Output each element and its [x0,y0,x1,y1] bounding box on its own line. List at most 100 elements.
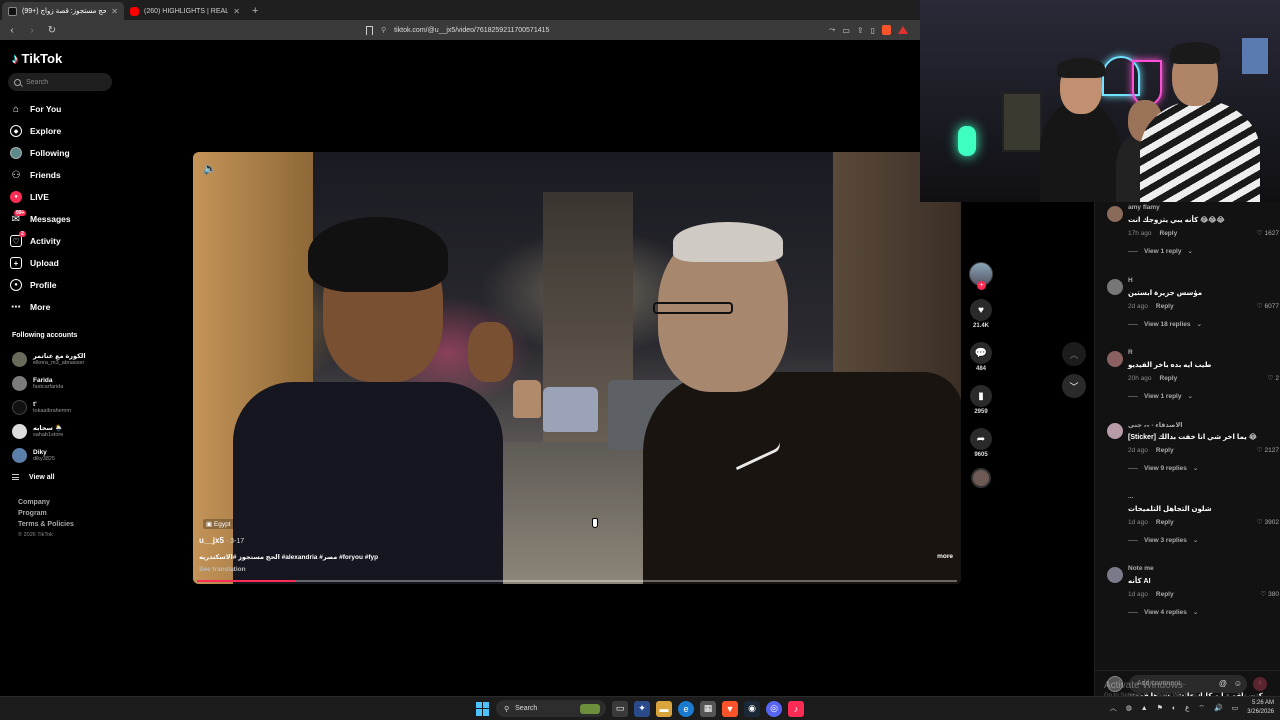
brave-shields-icon[interactable] [882,25,891,35]
tray-app-icon[interactable]: ▲ [1141,705,1148,712]
following-account[interactable]: الكورة مع عناتمر elkora_m3_abnasser [12,347,182,371]
comment-like-button[interactable]: ♡ 3902 [1257,518,1279,527]
battery-icon[interactable]: ▭ [1232,704,1239,712]
wifi-icon[interactable]: ⌔ [1198,704,1205,713]
footer-program[interactable]: Program [18,510,74,517]
copilot-icon[interactable]: ✦ [634,700,650,717]
avatar[interactable] [1107,567,1123,583]
nav-more[interactable]: ⋯ More [10,296,180,318]
obs-icon[interactable]: ◎ [766,700,782,717]
tray-app-icon[interactable]: ◍ [1126,704,1132,712]
reply-button[interactable]: Reply [1156,447,1174,454]
footer-terms[interactable]: Terms & Policies [18,521,74,528]
bookmark-icon[interactable] [366,25,373,35]
file-explorer-icon[interactable]: ▬ [656,700,672,717]
tiktok-app-icon[interactable]: ♪ [788,700,804,717]
rewards-icon[interactable] [898,26,908,34]
previous-video-button[interactable]: ︿ [1062,342,1086,366]
next-video-button[interactable]: ﹀ [1062,374,1086,398]
comment-username[interactable]: H [1128,277,1279,287]
store-icon[interactable]: ▦ [700,700,716,717]
nav-for-you[interactable]: ⌂ For You [10,98,180,120]
nav-profile[interactable]: ● Profile [10,274,180,296]
nav-following[interactable]: Following [10,142,180,164]
tray-overflow-icon[interactable]: ︿ [1110,703,1117,713]
comment-like-button[interactable]: ♡ 2127 [1257,446,1279,455]
following-account[interactable]: سحابه 🌦️ sahab1store [12,419,182,443]
like-button[interactable]: ♥ [970,299,992,321]
video-author[interactable]: u__jx5 · 3-17 [199,536,244,545]
comment-username[interactable]: ... [1128,493,1279,503]
steam-icon[interactable]: ◉ [744,700,760,717]
share-button[interactable]: ➦ [970,428,992,450]
creator-avatar[interactable]: + [969,262,993,290]
nav-live[interactable]: ● LIVE [10,186,180,208]
browser-tab-tiktok[interactable]: (99+) الحج مستجوز: قصة زواج ✕ [2,2,124,20]
comment-username[interactable]: الاصدقاء - ₂₅ جنى [1128,421,1279,431]
reload-icon[interactable]: ↻ [46,25,58,36]
view-all-button[interactable]: View all [12,467,182,487]
browser-tab-youtube[interactable]: (260) HIGHLIGHTS | REAL MADRID 2 ✕ [124,2,246,20]
location-tag[interactable]: ▣ Egypt [203,519,234,529]
nav-explore[interactable]: ◆ Explore [10,120,180,142]
share-icon[interactable]: ⇪ [857,26,864,35]
caption-more-button[interactable]: more [937,553,953,560]
footer-company[interactable]: Company [18,499,74,506]
volume-icon[interactable]: 🔊 [1214,704,1223,712]
close-icon[interactable]: ✕ [111,7,118,16]
nav-messages[interactable]: ✉ 99+ Messages [10,208,180,230]
view-replies-button[interactable]: View 1 reply ⌄ [1128,246,1279,256]
view-replies-button[interactable]: View 4 replies ⌄ [1128,607,1279,617]
comment-button[interactable]: 💬 [970,342,992,364]
nav-friends[interactable]: ⚇ Friends [10,164,180,186]
view-replies-button[interactable]: View 1 reply ⌄ [1128,391,1279,401]
following-account[interactable]: Diky diky3825 [12,443,182,467]
send-icon[interactable]: ↑ [1253,676,1267,691]
tiktok-logo[interactable]: ♪ TikTok [12,51,62,66]
search-input[interactable]: Search [8,73,112,91]
following-account[interactable]: Farida fastcarfarida [12,371,182,395]
taskbar-clock[interactable]: 5:26 AM 3/26/2026 [1247,699,1274,717]
taskbar-search[interactable]: ⚲ Search [496,700,606,717]
back-icon[interactable]: ‹ [6,25,18,36]
avatar[interactable] [1107,351,1123,367]
tray-app-icon[interactable]: ◐ [1172,705,1176,712]
view-replies-button[interactable]: View 3 replies ⌄ [1128,535,1279,545]
language-icon[interactable]: ع [1185,704,1189,712]
avatar[interactable] [1107,279,1123,295]
comment-like-button[interactable]: ♡ 6077 [1257,302,1279,311]
sidebar-icon[interactable]: ▯ [871,26,875,35]
avatar[interactable] [1107,206,1123,222]
comment-username[interactable]: Note me [1128,565,1279,575]
comment-like-button[interactable]: ♡ 380 [1260,590,1279,599]
music-disc-icon[interactable] [971,468,991,488]
site-info-icon[interactable]: ⚲ [381,26,386,34]
close-icon[interactable]: ✕ [233,7,240,16]
comment-username[interactable]: R [1128,349,1279,359]
see-translation-link[interactable]: See translation [199,566,246,573]
comment-username[interactable]: amy flamy [1128,204,1279,214]
comment-like-button[interactable]: ♡ 2 [1268,374,1279,383]
pip-icon[interactable]: ▭ [842,26,850,35]
start-button[interactable] [476,701,490,716]
edge-icon[interactable]: e [678,700,694,717]
mention-icon[interactable]: @ [1219,679,1227,688]
reply-button[interactable]: Reply [1156,303,1174,310]
reply-button[interactable]: Reply [1156,591,1174,598]
reply-button[interactable]: Reply [1160,230,1178,237]
save-button[interactable]: ▮ [970,385,992,407]
emoji-icon[interactable]: ☺ [1234,679,1242,688]
reply-button[interactable]: Reply [1156,519,1174,526]
video-player[interactable]: 🔈 ▣ Egypt u__jx5 · 3-17 الحج مستجوز #الا… [193,152,961,584]
view-replies-button[interactable]: View 9 replies ⌄ [1128,463,1279,473]
tray-app-icon[interactable]: ⚑ [1157,704,1163,712]
brave-icon[interactable]: ▼ [722,700,738,717]
follow-plus-icon[interactable]: + [977,281,986,290]
comment-like-button[interactable]: ♡ 1627 [1257,229,1279,238]
video-progress-bar[interactable] [197,580,957,582]
task-view-icon[interactable]: ▭ [612,700,628,717]
nav-activity[interactable]: ♡ 2 Activity [10,230,180,252]
url-field[interactable]: ⚲ tiktok.com/@u__jx5/video/7618259211700… [366,22,821,38]
volume-icon[interactable]: 🔈 [203,162,217,175]
forward-icon[interactable]: › [26,25,38,36]
